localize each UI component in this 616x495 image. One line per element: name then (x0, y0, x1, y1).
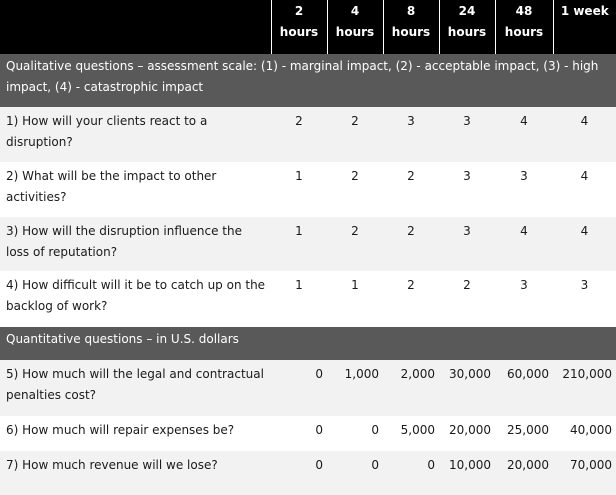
value-cell: 2 (383, 271, 439, 327)
question-cell: 4) How difficult will it be to catch up … (0, 271, 271, 327)
question-cell: 5) How much will the legal and contractu… (0, 360, 271, 416)
question-cell: 1) How will your clients react to a disr… (0, 107, 271, 162)
table-row: 2) What will be the impact to other acti… (0, 162, 616, 217)
header-col-2-hours: 2 hours (270, 0, 327, 54)
value-cell: 20,000 (495, 451, 553, 495)
table-row: 6) How much will repair expenses be? 0 0… (0, 416, 616, 451)
value-cell: 2 (383, 217, 439, 271)
value-cell: 10,000 (439, 451, 495, 495)
value-cell: 4 (553, 107, 616, 162)
value-cell: 2 (327, 162, 383, 217)
value-cell: 3 (553, 271, 616, 327)
section-title: Qualitative questions – assessment scale… (0, 54, 616, 107)
value-cell: 3 (439, 162, 495, 217)
section-title: Quantitative questions – in U.S. dollars (0, 327, 616, 360)
value-cell: 30,000 (439, 360, 495, 416)
value-cell: 25,000 (495, 416, 553, 451)
header-col-1-week: 1 week (552, 0, 616, 54)
value-cell: 4 (495, 217, 553, 271)
value-cell: 4 (553, 217, 616, 271)
section-header-quantitative: Quantitative questions – in U.S. dollars (0, 327, 616, 360)
value-cell: 4 (495, 107, 553, 162)
section-header-qualitative: Qualitative questions – assessment scale… (0, 54, 616, 107)
value-cell: 70,000 (553, 451, 616, 495)
header-col-48-hours: 48 hours (494, 0, 553, 54)
value-cell: 0 (271, 451, 327, 495)
question-cell: 7) How much revenue will we lose? (0, 451, 271, 495)
value-cell: 1 (271, 271, 327, 327)
value-cell: 2,000 (383, 360, 439, 416)
header-blank-cell (0, 0, 271, 54)
value-cell: 60,000 (495, 360, 553, 416)
value-cell: 0 (271, 416, 327, 451)
value-cell: 0 (327, 451, 383, 495)
value-cell: 5,000 (383, 416, 439, 451)
value-cell: 1 (271, 217, 327, 271)
table-row: 1) How will your clients react to a disr… (0, 107, 616, 162)
value-cell: 0 (271, 360, 327, 416)
value-cell: 20,000 (439, 416, 495, 451)
value-cell: 2 (327, 107, 383, 162)
table-row: 7) How much revenue will we lose? 0 0 0 … (0, 451, 616, 495)
header-col-4-hours: 4 hours (326, 0, 383, 54)
header-row: 2 hours 4 hours 8 hours 24 hours 48 hours 1 w… (0, 0, 616, 54)
value-cell: 1,000 (327, 360, 383, 416)
value-cell: 1 (327, 271, 383, 327)
table-row: 4) How difficult will it be to catch up … (0, 271, 616, 327)
value-cell: 210,000 (553, 360, 616, 416)
header-col-8-hours: 8 hours (382, 0, 439, 54)
value-cell: 0 (383, 451, 439, 495)
value-cell: 4 (553, 162, 616, 217)
value-cell: 2 (439, 271, 495, 327)
header-col-24-hours: 24 hours (438, 0, 495, 54)
value-cell: 3 (439, 217, 495, 271)
value-cell: 2 (271, 107, 327, 162)
question-cell: 2) What will be the impact to other acti… (0, 162, 271, 217)
value-cell: 3 (439, 107, 495, 162)
value-cell: 3 (495, 162, 553, 217)
value-cell: 2 (327, 217, 383, 271)
question-cell: 6) How much will repair expenses be? (0, 416, 271, 451)
value-cell: 1 (271, 162, 327, 217)
impact-assessment-table: 2 hours 4 hours 8 hours 24 hours 48 hours 1 w… (0, 0, 616, 495)
table-row: 5) How much will the legal and contractu… (0, 360, 616, 416)
value-cell: 3 (495, 271, 553, 327)
value-cell: 0 (327, 416, 383, 451)
value-cell: 40,000 (553, 416, 616, 451)
table-row: 3) How will the disruption influence the… (0, 217, 616, 271)
question-cell: 3) How will the disruption influence the… (0, 217, 271, 271)
value-cell: 3 (383, 107, 439, 162)
value-cell: 2 (383, 162, 439, 217)
